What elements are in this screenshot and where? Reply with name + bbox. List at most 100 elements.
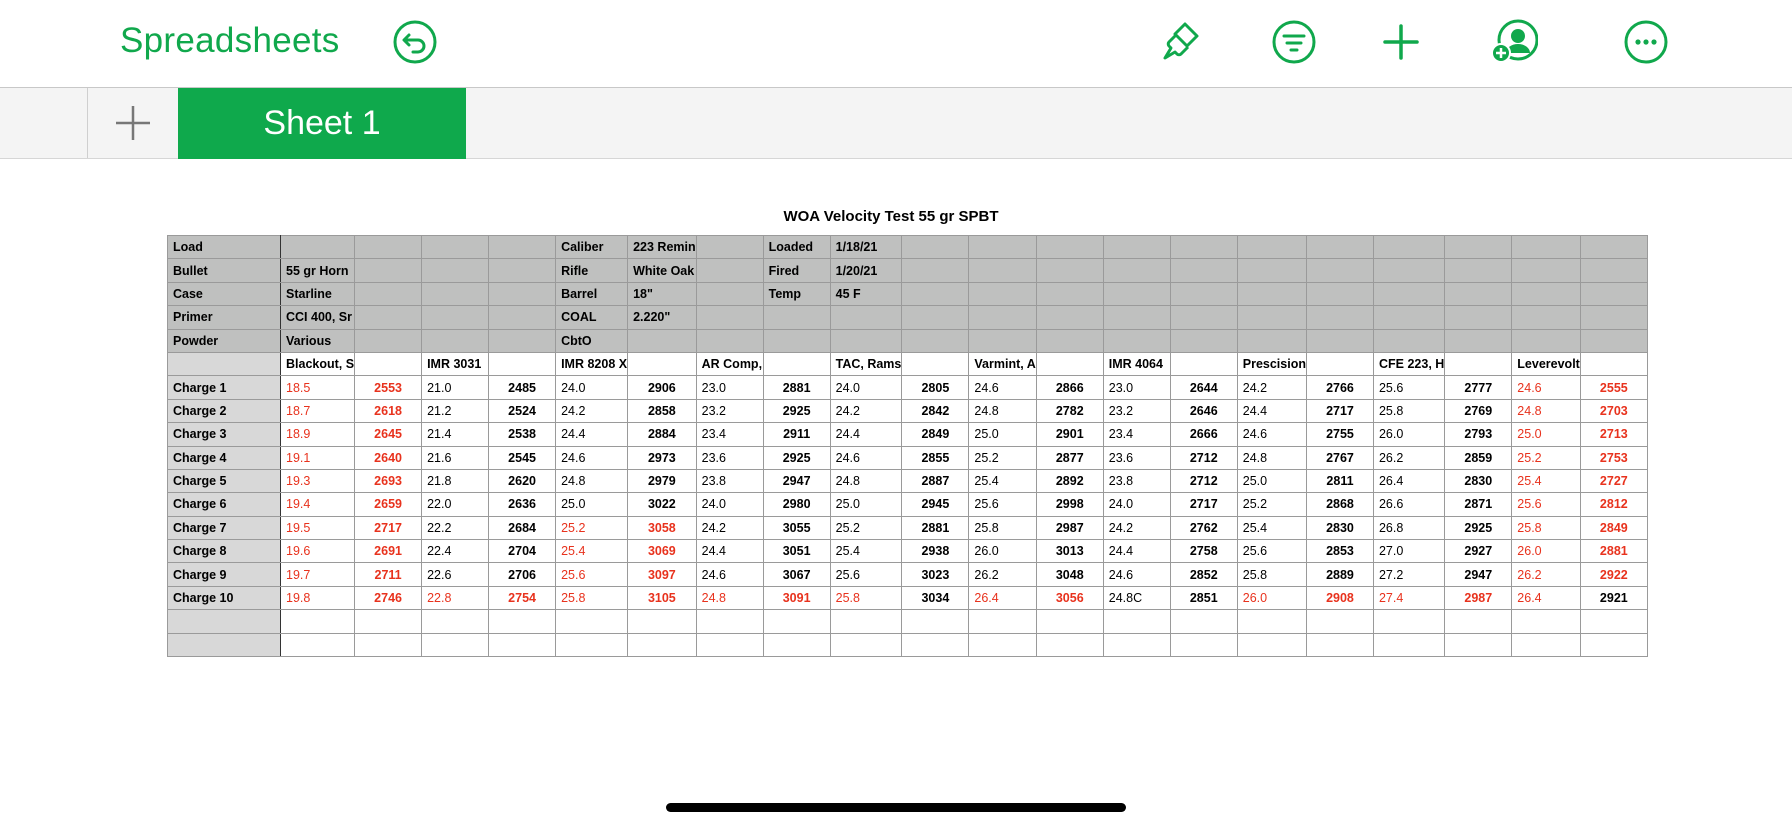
cell[interactable] bbox=[421, 609, 490, 634]
column-header-cell[interactable] bbox=[1579, 351, 1648, 377]
velocity-cell[interactable]: 2998 bbox=[1035, 492, 1104, 517]
row-label-cell[interactable]: Powder bbox=[167, 328, 281, 353]
cell[interactable] bbox=[1579, 609, 1648, 634]
column-header-cell[interactable]: Leverevolt bbox=[1511, 351, 1581, 377]
cell[interactable] bbox=[488, 305, 557, 330]
table-title[interactable]: WOA Velocity Test 55 gr SPBT bbox=[0, 208, 1782, 225]
cell[interactable] bbox=[555, 609, 629, 634]
charge-weight-cell[interactable]: 23.4 bbox=[1102, 422, 1171, 447]
velocity-cell[interactable]: 2703 bbox=[1579, 398, 1648, 424]
column-header-cell[interactable]: Blackout, S bbox=[279, 351, 356, 377]
velocity-cell[interactable]: 3023 bbox=[901, 562, 970, 587]
cell[interactable] bbox=[1372, 258, 1446, 283]
cell[interactable] bbox=[421, 632, 490, 658]
cell[interactable] bbox=[354, 234, 423, 260]
velocity-cell[interactable]: 2645 bbox=[354, 422, 423, 447]
charge-weight-cell[interactable]: 24.8 bbox=[968, 398, 1037, 424]
charge-weight-cell[interactable]: 24.2 bbox=[555, 398, 629, 424]
cell[interactable] bbox=[488, 234, 557, 260]
cell[interactable] bbox=[279, 234, 356, 260]
charge-weight-cell[interactable]: 23.8 bbox=[1102, 468, 1171, 494]
velocity-cell[interactable]: 3097 bbox=[627, 562, 697, 587]
cell[interactable] bbox=[1102, 281, 1171, 307]
charge-weight-cell[interactable]: 19.4 bbox=[279, 492, 356, 517]
cell[interactable] bbox=[1102, 305, 1171, 330]
charge-weight-cell[interactable]: 23.0 bbox=[1102, 375, 1171, 400]
velocity-cell[interactable]: 2858 bbox=[627, 398, 697, 424]
velocity-cell[interactable]: 2980 bbox=[762, 492, 831, 517]
cell[interactable] bbox=[1169, 281, 1238, 307]
charge-weight-cell[interactable]: 24.0 bbox=[1102, 492, 1171, 517]
cell[interactable]: 1/18/21 bbox=[829, 234, 903, 260]
charge-weight-cell[interactable]: 25.2 bbox=[1236, 492, 1307, 517]
cell[interactable] bbox=[488, 258, 557, 283]
velocity-cell[interactable]: 2849 bbox=[1579, 515, 1648, 541]
cell[interactable] bbox=[1169, 258, 1238, 283]
charge-weight-cell[interactable]: 25.6 bbox=[1236, 539, 1307, 564]
cell[interactable] bbox=[1169, 609, 1238, 634]
velocity-cell[interactable]: 2922 bbox=[1579, 562, 1648, 587]
cell[interactable] bbox=[1035, 328, 1104, 353]
cell[interactable] bbox=[1236, 234, 1307, 260]
charge-weight-cell[interactable]: 22.2 bbox=[421, 515, 490, 541]
charge-weight-cell[interactable]: 25.8 bbox=[555, 585, 629, 611]
charge-weight-cell[interactable]: 25.4 bbox=[1511, 468, 1581, 494]
column-header-cell[interactable] bbox=[1169, 351, 1238, 377]
row-label-cell[interactable]: Charge 9 bbox=[167, 562, 281, 587]
cell[interactable] bbox=[901, 305, 970, 330]
column-header-cell[interactable] bbox=[354, 351, 423, 377]
cell[interactable] bbox=[488, 609, 557, 634]
cell[interactable] bbox=[1511, 609, 1581, 634]
charge-weight-cell[interactable]: 26.4 bbox=[1372, 468, 1446, 494]
cell[interactable] bbox=[1035, 258, 1104, 283]
cell[interactable] bbox=[1305, 258, 1374, 283]
velocity-cell[interactable]: 2892 bbox=[1035, 468, 1104, 494]
cell[interactable] bbox=[1579, 281, 1648, 307]
charge-weight-cell[interactable]: 24.6 bbox=[829, 445, 903, 470]
charge-weight-cell[interactable]: 24.8 bbox=[829, 468, 903, 494]
velocity-cell[interactable]: 2555 bbox=[1579, 375, 1648, 400]
charge-weight-cell[interactable]: 24.0 bbox=[555, 375, 629, 400]
cell[interactable] bbox=[1444, 328, 1513, 353]
cell[interactable] bbox=[354, 328, 423, 353]
velocity-cell[interactable]: 2620 bbox=[488, 468, 557, 494]
cell[interactable]: White Oak bbox=[627, 258, 697, 283]
cell[interactable] bbox=[1579, 328, 1648, 353]
charge-weight-cell[interactable]: 24.8C bbox=[1102, 585, 1171, 611]
velocity-cell[interactable]: 2881 bbox=[762, 375, 831, 400]
cell[interactable] bbox=[968, 305, 1037, 330]
charge-weight-cell[interactable]: 18.5 bbox=[279, 375, 356, 400]
cell[interactable] bbox=[488, 328, 557, 353]
cell[interactable] bbox=[421, 281, 490, 307]
velocity-cell[interactable]: 2947 bbox=[762, 468, 831, 494]
row-label-cell[interactable] bbox=[167, 632, 281, 658]
cell[interactable]: Starline bbox=[279, 281, 356, 307]
cell[interactable] bbox=[421, 258, 490, 283]
row-label-cell[interactable]: Load bbox=[167, 234, 281, 260]
velocity-cell[interactable]: 2666 bbox=[1169, 422, 1238, 447]
cell[interactable]: Caliber bbox=[555, 234, 629, 260]
charge-weight-cell[interactable]: 24.4 bbox=[1102, 539, 1171, 564]
velocity-cell[interactable]: 2805 bbox=[901, 375, 970, 400]
charge-weight-cell[interactable]: 24.2 bbox=[695, 515, 764, 541]
cell[interactable] bbox=[1372, 632, 1446, 658]
cell[interactable] bbox=[354, 609, 423, 634]
cell[interactable]: CbtO bbox=[555, 328, 629, 353]
charge-weight-cell[interactable]: 24.8 bbox=[695, 585, 764, 611]
velocity-cell[interactable]: 2524 bbox=[488, 398, 557, 424]
charge-weight-cell[interactable]: 24.6 bbox=[695, 562, 764, 587]
velocity-cell[interactable]: 2793 bbox=[1444, 422, 1513, 447]
velocity-cell[interactable]: 3105 bbox=[627, 585, 697, 611]
charge-weight-cell[interactable]: 24.6 bbox=[1511, 375, 1581, 400]
charge-weight-cell[interactable]: 26.2 bbox=[1511, 562, 1581, 587]
charge-weight-cell[interactable]: 22.6 bbox=[421, 562, 490, 587]
velocity-cell[interactable]: 2711 bbox=[354, 562, 423, 587]
charge-weight-cell[interactable]: 23.0 bbox=[695, 375, 764, 400]
velocity-cell[interactable]: 2859 bbox=[1444, 445, 1513, 470]
cell[interactable] bbox=[1102, 328, 1171, 353]
cell[interactable] bbox=[829, 328, 903, 353]
cell[interactable] bbox=[901, 258, 970, 283]
charge-weight-cell[interactable]: 23.2 bbox=[695, 398, 764, 424]
cell[interactable] bbox=[901, 632, 970, 658]
cell[interactable] bbox=[1511, 234, 1581, 260]
